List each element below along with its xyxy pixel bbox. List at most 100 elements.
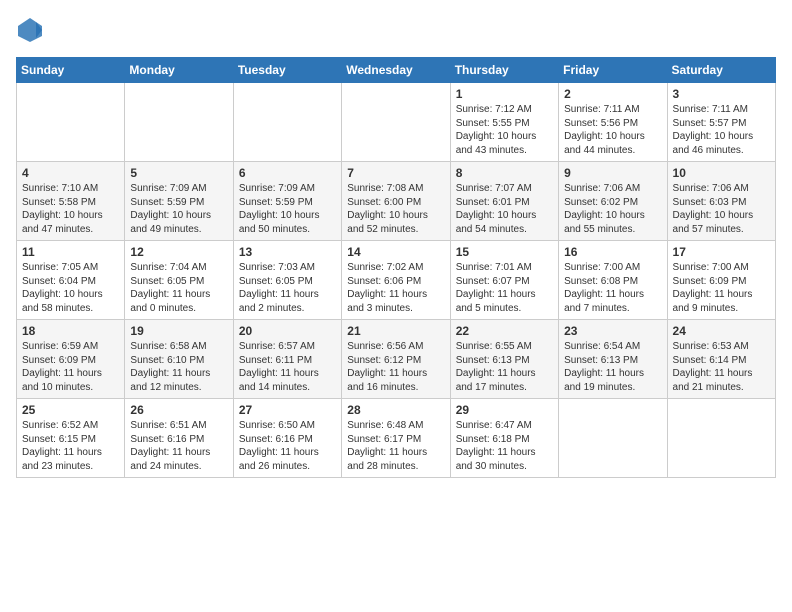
calendar-cell: 24Sunrise: 6:53 AM Sunset: 6:14 PM Dayli… xyxy=(667,320,775,399)
day-number: 26 xyxy=(130,403,227,417)
day-info: Sunrise: 6:51 AM Sunset: 6:16 PM Dayligh… xyxy=(130,419,227,473)
calendar-cell: 21Sunrise: 6:56 AM Sunset: 6:12 PM Dayli… xyxy=(342,320,450,399)
calendar-cell: 11Sunrise: 7:05 AM Sunset: 6:04 PM Dayli… xyxy=(17,241,125,320)
calendar-cell: 12 Sunrise: 7:04 AM Sunset: 6:05 PM Dayli… xyxy=(125,241,233,320)
calendar-row: 25 Sunrise: 6:52 AM Sunset: 6:15 PM Dayli… xyxy=(17,399,776,478)
day-number: 21 xyxy=(347,324,444,338)
calendar-cell: 25 Sunrise: 6:52 AM Sunset: 6:15 PM Dayli… xyxy=(17,399,125,478)
day-number: 13 xyxy=(239,245,336,259)
day-number: 7 xyxy=(347,166,444,180)
calendar-cell: 19 Sunrise: 6:58 AM Sunset: 6:10 PM Dayli… xyxy=(125,320,233,399)
calendar-cell: 23 Sunrise: 6:54 AM Sunset: 6:13 PM Dayli… xyxy=(559,320,667,399)
day-info: Sunrise: 6:54 AM Sunset: 6:13 PM Dayligh… xyxy=(564,340,661,394)
calendar-cell: 14Sunrise: 7:02 AM Sunset: 6:06 PM Dayli… xyxy=(342,241,450,320)
calendar-cell: 2 Sunrise: 7:11 AM Sunset: 5:56 PM Daylig… xyxy=(559,83,667,162)
calendar-body: 1 Sunrise: 7:12 AM Sunset: 5:55 PM Daylig… xyxy=(17,83,776,478)
calendar-cell: 29 Sunrise: 6:47 AM Sunset: 6:18 PM Dayli… xyxy=(450,399,558,478)
day-info: Sunrise: 6:55 AM Sunset: 6:13 PM Dayligh… xyxy=(456,340,553,394)
calendar-row: 18 Sunrise: 6:59 AM Sunset: 6:09 PM Dayli… xyxy=(17,320,776,399)
calendar-cell: 3 Sunrise: 7:11 AM Sunset: 5:57 PM Daylig… xyxy=(667,83,775,162)
calendar-cell: 15 Sunrise: 7:01 AM Sunset: 6:07 PM Dayli… xyxy=(450,241,558,320)
day-info: Sunrise: 6:57 AM Sunset: 6:11 PM Dayligh… xyxy=(239,340,336,394)
calendar-cell: 26 Sunrise: 6:51 AM Sunset: 6:16 PM Dayli… xyxy=(125,399,233,478)
day-number: 4 xyxy=(22,166,119,180)
day-number: 27 xyxy=(239,403,336,417)
day-info: Sunrise: 6:53 AM Sunset: 6:14 PM Dayligh… xyxy=(673,340,770,394)
weekday-header-cell: Tuesday xyxy=(233,58,341,83)
calendar-cell xyxy=(559,399,667,478)
day-number: 1 xyxy=(456,87,553,101)
day-number: 2 xyxy=(564,87,661,101)
day-info: Sunrise: 7:06 AM Sunset: 6:03 PM Dayligh… xyxy=(673,182,770,236)
calendar-cell xyxy=(667,399,775,478)
day-number: 29 xyxy=(456,403,553,417)
calendar-cell xyxy=(125,83,233,162)
calendar-cell: 1 Sunrise: 7:12 AM Sunset: 5:55 PM Daylig… xyxy=(450,83,558,162)
day-number: 12 xyxy=(130,245,227,259)
day-info: Sunrise: 7:10 AM Sunset: 5:58 PM Dayligh… xyxy=(22,182,119,236)
day-info: Sunrise: 7:11 AM Sunset: 5:57 PM Dayligh… xyxy=(673,103,770,157)
day-info: Sunrise: 6:48 AM Sunset: 6:17 PM Dayligh… xyxy=(347,419,444,473)
day-info: Sunrise: 6:50 AM Sunset: 6:16 PM Dayligh… xyxy=(239,419,336,473)
day-info: Sunrise: 6:52 AM Sunset: 6:15 PM Dayligh… xyxy=(22,419,119,473)
day-info: Sunrise: 7:12 AM Sunset: 5:55 PM Dayligh… xyxy=(456,103,553,157)
logo-icon xyxy=(16,16,44,49)
weekday-header-cell: Wednesday xyxy=(342,58,450,83)
weekday-header-row: SundayMondayTuesdayWednesdayThursdayFrid… xyxy=(17,58,776,83)
day-info: Sunrise: 7:00 AM Sunset: 6:08 PM Dayligh… xyxy=(564,261,661,315)
day-info: Sunrise: 6:58 AM Sunset: 6:10 PM Dayligh… xyxy=(130,340,227,394)
day-number: 16 xyxy=(564,245,661,259)
day-number: 20 xyxy=(239,324,336,338)
day-info: Sunrise: 7:02 AM Sunset: 6:06 PM Dayligh… xyxy=(347,261,444,315)
day-number: 15 xyxy=(456,245,553,259)
calendar-cell: 4 Sunrise: 7:10 AM Sunset: 5:58 PM Daylig… xyxy=(17,162,125,241)
weekday-header-cell: Sunday xyxy=(17,58,125,83)
calendar-cell: 5 Sunrise: 7:09 AM Sunset: 5:59 PM Daylig… xyxy=(125,162,233,241)
calendar-cell xyxy=(233,83,341,162)
day-number: 10 xyxy=(673,166,770,180)
day-info: Sunrise: 7:09 AM Sunset: 5:59 PM Dayligh… xyxy=(130,182,227,236)
weekday-header-cell: Friday xyxy=(559,58,667,83)
calendar-cell xyxy=(17,83,125,162)
calendar-table: SundayMondayTuesdayWednesdayThursdayFrid… xyxy=(16,57,776,478)
calendar-cell: 16 Sunrise: 7:00 AM Sunset: 6:08 PM Dayli… xyxy=(559,241,667,320)
calendar-cell: 20 Sunrise: 6:57 AM Sunset: 6:11 PM Dayli… xyxy=(233,320,341,399)
day-number: 18 xyxy=(22,324,119,338)
day-info: Sunrise: 7:03 AM Sunset: 6:05 PM Dayligh… xyxy=(239,261,336,315)
day-info: Sunrise: 7:07 AM Sunset: 6:01 PM Dayligh… xyxy=(456,182,553,236)
day-info: Sunrise: 7:08 AM Sunset: 6:00 PM Dayligh… xyxy=(347,182,444,236)
weekday-header-cell: Saturday xyxy=(667,58,775,83)
day-number: 19 xyxy=(130,324,227,338)
day-number: 11 xyxy=(22,245,119,259)
calendar-cell: 10 Sunrise: 7:06 AM Sunset: 6:03 PM Dayli… xyxy=(667,162,775,241)
day-number: 5 xyxy=(130,166,227,180)
page-container: SundayMondayTuesdayWednesdayThursdayFrid… xyxy=(16,16,776,478)
calendar-cell: 6 Sunrise: 7:09 AM Sunset: 5:59 PM Daylig… xyxy=(233,162,341,241)
calendar-cell: 17 Sunrise: 7:00 AM Sunset: 6:09 PM Dayli… xyxy=(667,241,775,320)
calendar-cell: 13 Sunrise: 7:03 AM Sunset: 6:05 PM Dayli… xyxy=(233,241,341,320)
calendar-row: 11Sunrise: 7:05 AM Sunset: 6:04 PM Dayli… xyxy=(17,241,776,320)
calendar-cell: 8 Sunrise: 7:07 AM Sunset: 6:01 PM Daylig… xyxy=(450,162,558,241)
day-number: 6 xyxy=(239,166,336,180)
weekday-header-cell: Monday xyxy=(125,58,233,83)
calendar-cell: 28Sunrise: 6:48 AM Sunset: 6:17 PM Dayli… xyxy=(342,399,450,478)
day-number: 8 xyxy=(456,166,553,180)
header xyxy=(16,16,776,49)
day-info: Sunrise: 6:59 AM Sunset: 6:09 PM Dayligh… xyxy=(22,340,119,394)
weekday-header-cell: Thursday xyxy=(450,58,558,83)
day-number: 23 xyxy=(564,324,661,338)
day-info: Sunrise: 6:47 AM Sunset: 6:18 PM Dayligh… xyxy=(456,419,553,473)
day-info: Sunrise: 7:04 AM Sunset: 6:05 PM Dayligh… xyxy=(130,261,227,315)
day-info: Sunrise: 7:01 AM Sunset: 6:07 PM Dayligh… xyxy=(456,261,553,315)
calendar-cell: 22 Sunrise: 6:55 AM Sunset: 6:13 PM Dayli… xyxy=(450,320,558,399)
day-info: Sunrise: 7:00 AM Sunset: 6:09 PM Dayligh… xyxy=(673,261,770,315)
day-number: 25 xyxy=(22,403,119,417)
calendar-cell: 18 Sunrise: 6:59 AM Sunset: 6:09 PM Dayli… xyxy=(17,320,125,399)
calendar-cell: 27 Sunrise: 6:50 AM Sunset: 6:16 PM Dayli… xyxy=(233,399,341,478)
day-number: 3 xyxy=(673,87,770,101)
day-info: Sunrise: 7:11 AM Sunset: 5:56 PM Dayligh… xyxy=(564,103,661,157)
day-number: 22 xyxy=(456,324,553,338)
day-info: Sunrise: 7:06 AM Sunset: 6:02 PM Dayligh… xyxy=(564,182,661,236)
day-info: Sunrise: 7:09 AM Sunset: 5:59 PM Dayligh… xyxy=(239,182,336,236)
day-number: 17 xyxy=(673,245,770,259)
